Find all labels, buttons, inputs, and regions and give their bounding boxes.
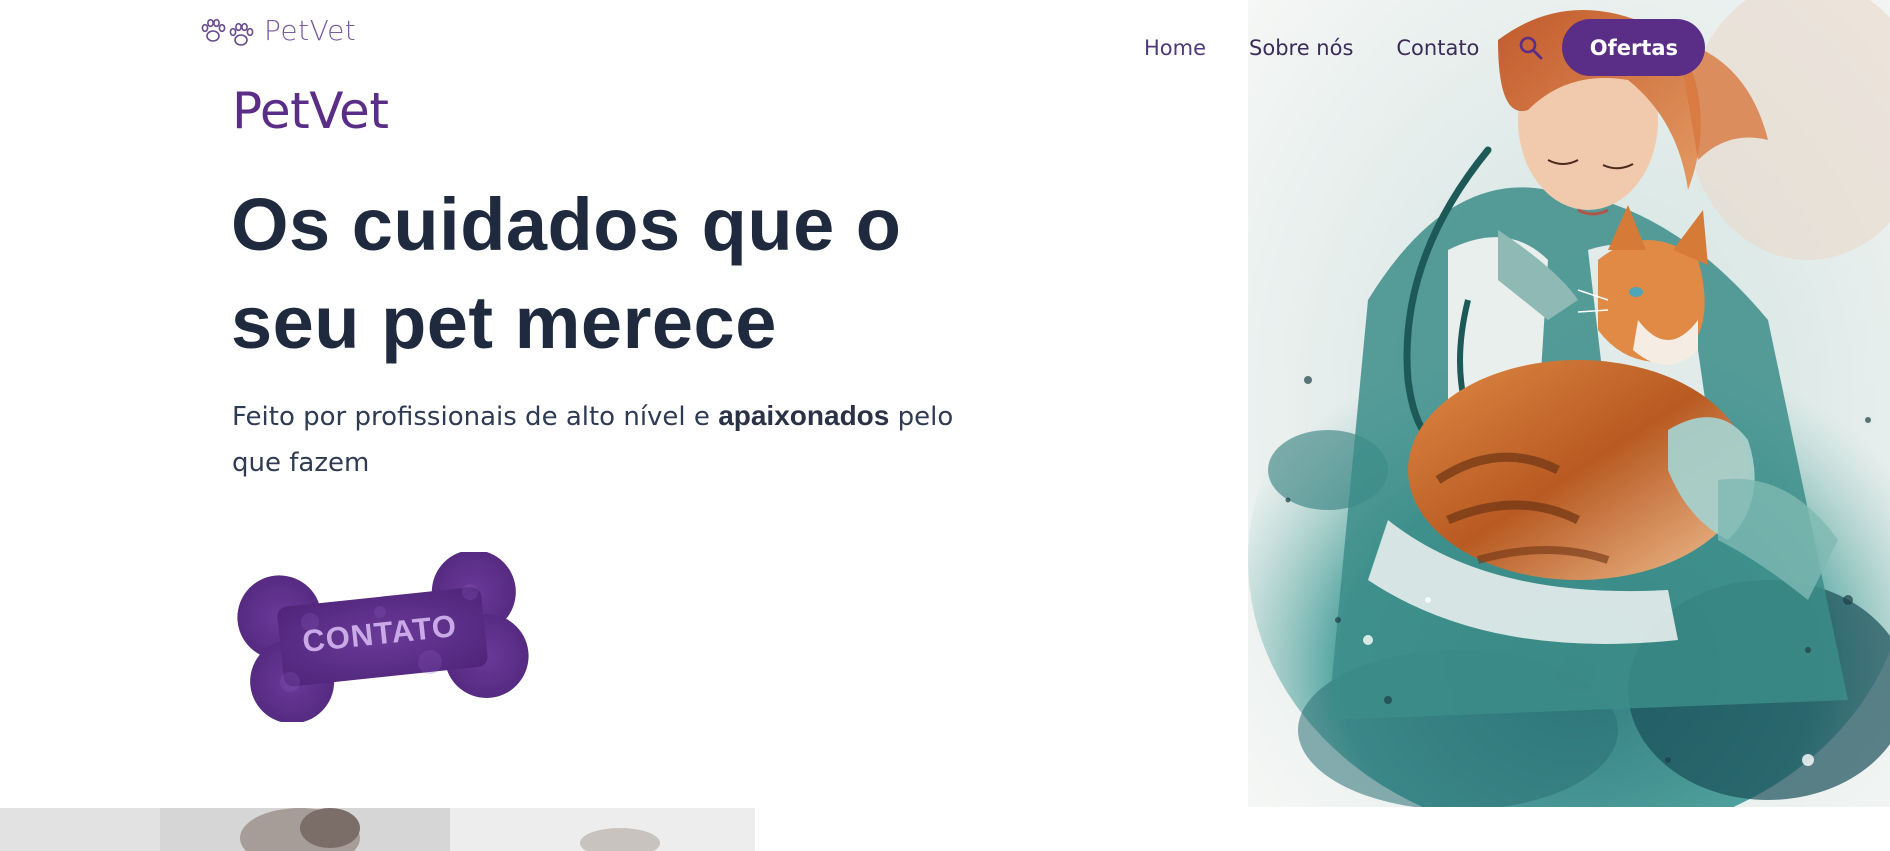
contato-bone-button[interactable]: CONTATO — [230, 549, 530, 724]
ofertas-button[interactable]: Ofertas — [1562, 19, 1706, 76]
nav-sobre-nos[interactable]: Sobre nós — [1249, 32, 1353, 64]
hero-image-vet-with-cat — [1248, 0, 1890, 807]
hero-subtitle-start: Feito por profissionais de alto nível e — [232, 402, 719, 432]
hero-title: Os cuidados que o seu pet merece — [231, 176, 991, 372]
logo-text: PetVet — [264, 14, 357, 47]
nav-contato[interactable]: Contato — [1396, 32, 1479, 64]
nav-home[interactable]: Home — [1144, 32, 1206, 64]
hero-subtitle-highlight: apaixonados — [718, 400, 890, 431]
paw-icon — [201, 18, 226, 42]
logo[interactable]: PetVet — [198, 16, 356, 46]
hero-subtitle: Feito por profissionais de alto nível e … — [232, 393, 972, 486]
hero-title-line-2: seu pet merece — [231, 281, 777, 364]
search-icon[interactable] — [1518, 35, 1544, 61]
brand-title: PetVet — [232, 82, 389, 140]
site-header: PetVet Home Sobre nós Contato Ofertas — [0, 0, 1890, 80]
hero-title-line-1: Os cuidados que o — [231, 183, 902, 266]
next-section-preview — [0, 808, 755, 851]
main-nav: Home Sobre nós Contato Ofertas — [1144, 19, 1706, 76]
paw-icon — [229, 22, 254, 46]
